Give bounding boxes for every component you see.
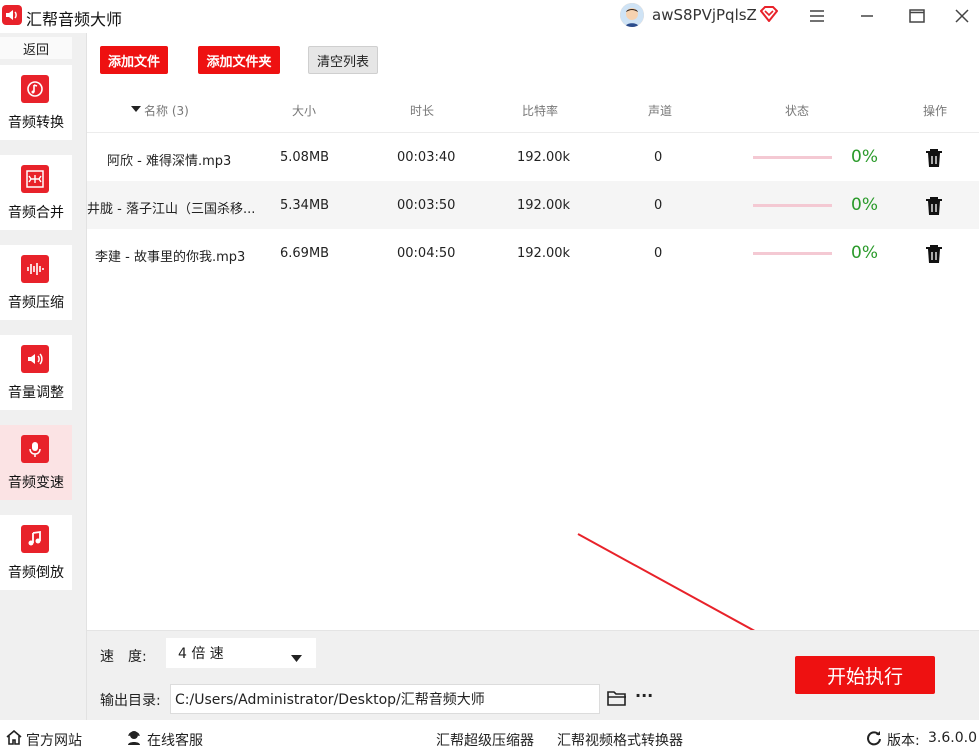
volume-icon (21, 345, 49, 373)
username[interactable]: awS8PVjPqlsZ (652, 6, 757, 24)
progress-percent: 0% (851, 147, 878, 167)
start-button[interactable]: 开始执行 (795, 656, 935, 694)
file-bitrate: 192.00k (517, 246, 571, 261)
file-channel: 0 (654, 150, 663, 165)
column-header-action: 操作 (923, 104, 948, 118)
microphone-icon (21, 435, 49, 463)
progress-percent: 0% (851, 243, 878, 263)
home-icon[interactable] (6, 729, 22, 749)
add-folder-button[interactable]: 添加文件夹 (198, 46, 280, 74)
file-duration: 00:04:50 (397, 246, 456, 261)
output-dir-input[interactable] (170, 684, 600, 714)
sidebar-item-audio-merge[interactable]: 音频合并 (0, 155, 72, 230)
column-header-channel[interactable]: 声道 (648, 102, 672, 119)
file-bitrate: 192.00k (517, 198, 571, 213)
folder-icon[interactable] (607, 689, 627, 711)
speed-value: 4 倍 速 (178, 646, 224, 662)
audio-convert-icon (21, 75, 49, 103)
column-header-bitrate[interactable]: 比特率 (522, 102, 558, 119)
trash-icon[interactable] (925, 244, 943, 268)
chevron-down-icon (291, 650, 302, 666)
file-duration: 00:03:40 (397, 150, 456, 165)
file-size: 5.34MB (280, 198, 330, 213)
file-channel: 0 (654, 246, 663, 261)
official-site-link[interactable]: 官方网站 (26, 730, 82, 750)
table-row[interactable]: 李建 - 故事里的你我.mp3 6.69MB 00:04:50 192.00k … (87, 229, 979, 277)
column-header-name[interactable]: 名称 (3) (144, 102, 189, 119)
music-note-icon (21, 525, 49, 553)
sidebar-item-audio-convert[interactable]: 音频转换 (0, 65, 72, 140)
video-converter-link[interactable]: 汇帮视频格式转换器 (557, 730, 683, 750)
column-header-status: 状态 (785, 104, 810, 118)
file-name: 井胧 - 落子江山（三国杀移... (87, 202, 256, 217)
table-header: 名称 (3) 大小 时长 比特率 声道 状态 操作 (87, 86, 979, 133)
version-label: 版本: (887, 733, 920, 749)
back-button[interactable]: 返回 (0, 37, 72, 59)
minimize-icon[interactable] (855, 4, 879, 28)
refresh-icon[interactable] (866, 730, 882, 750)
progress-bar (753, 156, 832, 159)
speed-label: 速 度: (100, 649, 147, 665)
trash-icon[interactable] (925, 148, 943, 172)
sidebar-item-label: 音频倒放 (8, 565, 64, 581)
progress-percent: 0% (851, 195, 878, 215)
audio-compress-icon (21, 255, 49, 283)
sidebar-item-label: 音频变速 (8, 475, 64, 491)
sidebar-item-audio-speed[interactable]: 音频变速 (0, 425, 72, 500)
audio-merge-icon (21, 165, 49, 193)
online-support-link[interactable]: 在线客服 (147, 730, 203, 750)
speed-select[interactable]: 4 倍 速 (166, 638, 316, 668)
sort-desc-icon[interactable] (131, 102, 141, 116)
menu-icon[interactable] (805, 4, 829, 28)
title-bar (0, 0, 979, 33)
progress-bar (753, 252, 832, 255)
table-row[interactable]: 井胧 - 落子江山（三国杀移... 5.34MB 00:03:50 192.00… (87, 181, 979, 229)
support-agent-icon[interactable] (126, 729, 142, 749)
trash-icon[interactable] (925, 196, 943, 220)
user-avatar-icon[interactable] (620, 3, 644, 27)
app-logo-icon (2, 5, 22, 25)
file-name: 阿欣 - 难得深情.mp3 (107, 154, 232, 169)
column-header-size[interactable]: 大小 (292, 102, 316, 119)
file-channel: 0 (654, 198, 663, 213)
sidebar-item-label: 音频合并 (8, 205, 64, 221)
file-size: 5.08MB (280, 150, 330, 165)
vip-diamond-icon[interactable] (759, 6, 779, 26)
file-size: 6.69MB (280, 246, 330, 261)
more-options-button[interactable]: ··· (635, 686, 653, 705)
sidebar-item-audio-compress[interactable]: 音频压缩 (0, 245, 72, 320)
file-bitrate: 192.00k (517, 150, 571, 165)
maximize-icon[interactable] (905, 4, 929, 28)
clear-list-button[interactable]: 清空列表 (308, 46, 378, 74)
progress-bar (753, 204, 832, 207)
compressor-link[interactable]: 汇帮超级压缩器 (436, 730, 534, 750)
file-duration: 00:03:50 (397, 198, 456, 213)
file-name: 李建 - 故事里的你我.mp3 (95, 250, 246, 265)
add-file-button[interactable]: 添加文件 (100, 46, 168, 74)
sidebar-item-label: 音量调整 (8, 385, 64, 401)
table-row[interactable]: 阿欣 - 难得深情.mp3 5.08MB 00:03:40 192.00k 0 … (87, 133, 979, 181)
close-icon[interactable] (950, 4, 974, 28)
sidebar-item-volume[interactable]: 音量调整 (0, 335, 72, 410)
sidebar-item-label: 音频转换 (8, 115, 64, 131)
app-title: 汇帮音频大师 (26, 10, 123, 29)
sidebar-item-label: 音频压缩 (8, 295, 64, 311)
sidebar-item-audio-reverse[interactable]: 音频倒放 (0, 515, 72, 590)
column-header-duration[interactable]: 时长 (410, 102, 434, 119)
output-dir-label: 输出目录: (100, 693, 161, 709)
version-number: 3.6.0.0 (928, 730, 977, 746)
